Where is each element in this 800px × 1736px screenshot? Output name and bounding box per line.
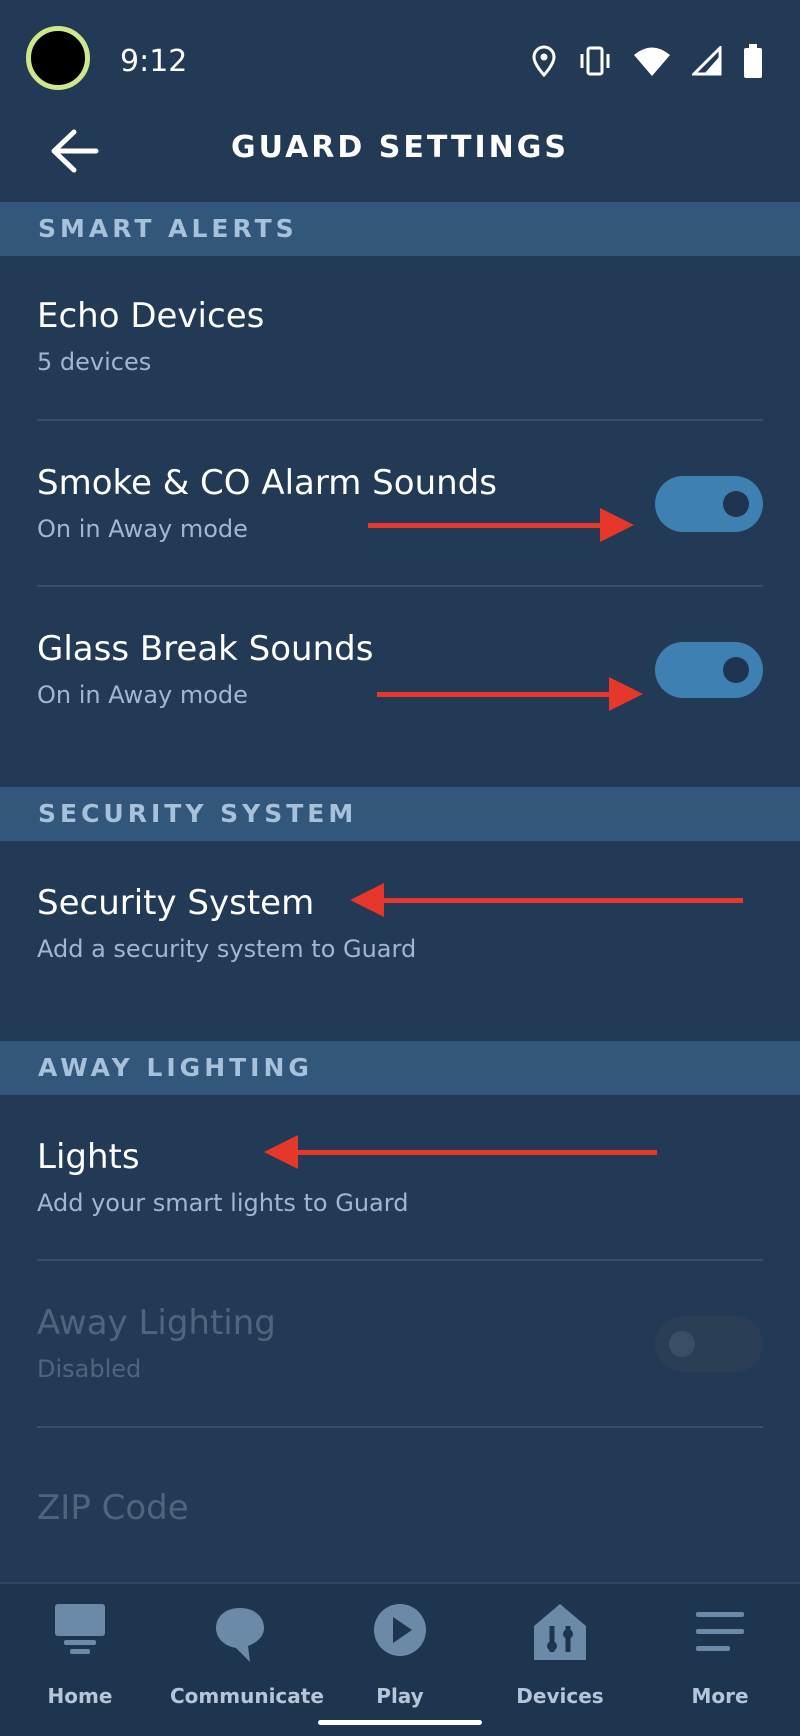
row-subtitle: 5 devices xyxy=(37,348,152,376)
play-icon xyxy=(374,1604,426,1656)
security-system-row[interactable]: Security System Add a security system to… xyxy=(0,841,800,1041)
row-subtitle: On in Away mode xyxy=(37,681,248,709)
smoke-co-toggle[interactable] xyxy=(655,476,763,532)
nav-communicate[interactable]: Communicate xyxy=(170,1602,324,1708)
menu-icon xyxy=(696,1612,744,1651)
nav-more[interactable]: More xyxy=(650,1602,790,1708)
row-title: Echo Devices xyxy=(37,296,265,336)
row-title: ZIP Code xyxy=(37,1488,189,1528)
away-lighting-toggle xyxy=(655,1316,763,1372)
row-title: Security System xyxy=(37,883,315,923)
battery-icon xyxy=(744,44,762,78)
zip-code-row[interactable]: ZIP Code xyxy=(0,1428,800,1578)
section-header-away-lighting: AWAY LIGHTING xyxy=(0,1041,800,1095)
status-icons xyxy=(532,44,762,78)
row-title: Glass Break Sounds xyxy=(37,629,374,669)
chat-bubble-icon xyxy=(216,1608,264,1662)
section-label: SMART ALERTS xyxy=(38,214,298,243)
annotation-arrow xyxy=(264,1135,657,1169)
row-title: Smoke & CO Alarm Sounds xyxy=(37,463,497,503)
row-title: Lights xyxy=(37,1137,140,1177)
annotation-arrow xyxy=(377,677,643,711)
section-label: AWAY LIGHTING xyxy=(38,1053,313,1082)
signal-icon xyxy=(692,46,722,76)
nav-label: More xyxy=(691,1684,749,1708)
toggle-knob xyxy=(723,657,749,683)
nav-label: Devices xyxy=(516,1684,604,1708)
annotation-arrow xyxy=(368,508,634,542)
row-subtitle: Add your smart lights to Guard xyxy=(37,1189,409,1217)
nav-home[interactable]: Home xyxy=(10,1602,150,1708)
vibrate-icon xyxy=(580,46,610,76)
toggle-knob xyxy=(669,1331,695,1357)
row-subtitle: Disabled xyxy=(37,1355,142,1383)
status-time: 9:12 xyxy=(120,44,188,79)
location-icon xyxy=(532,45,556,77)
row-title: Away Lighting xyxy=(37,1303,276,1343)
bottom-nav: Home Communicate Play Devices More xyxy=(0,1582,800,1736)
section-label: SECURITY SYSTEM xyxy=(38,799,358,828)
glass-break-toggle[interactable] xyxy=(655,642,763,698)
lights-row[interactable]: Lights Add your smart lights to Guard xyxy=(0,1095,800,1259)
home-indicator[interactable] xyxy=(318,1720,482,1725)
nav-label: Play xyxy=(376,1684,424,1708)
section-header-smart-alerts: SMART ALERTS xyxy=(0,202,800,256)
nav-play[interactable]: Play xyxy=(330,1602,470,1708)
wifi-icon xyxy=(634,47,670,76)
page-title: GUARD SETTINGS xyxy=(231,130,569,165)
row-subtitle: On in Away mode xyxy=(37,515,248,543)
nav-label: Communicate xyxy=(170,1684,324,1708)
profile-avatar[interactable] xyxy=(26,26,90,90)
nav-devices[interactable]: Devices xyxy=(490,1602,630,1708)
row-subtitle: Add a security system to Guard xyxy=(37,935,417,963)
section-header-security-system: SECURITY SYSTEM xyxy=(0,787,800,841)
annotation-arrow xyxy=(350,883,743,917)
nav-label: Home xyxy=(47,1684,113,1708)
toggle-knob xyxy=(723,491,749,517)
echo-devices-row[interactable]: Echo Devices 5 devices xyxy=(0,256,800,420)
devices-icon xyxy=(534,1604,586,1660)
home-icon xyxy=(55,1604,105,1654)
